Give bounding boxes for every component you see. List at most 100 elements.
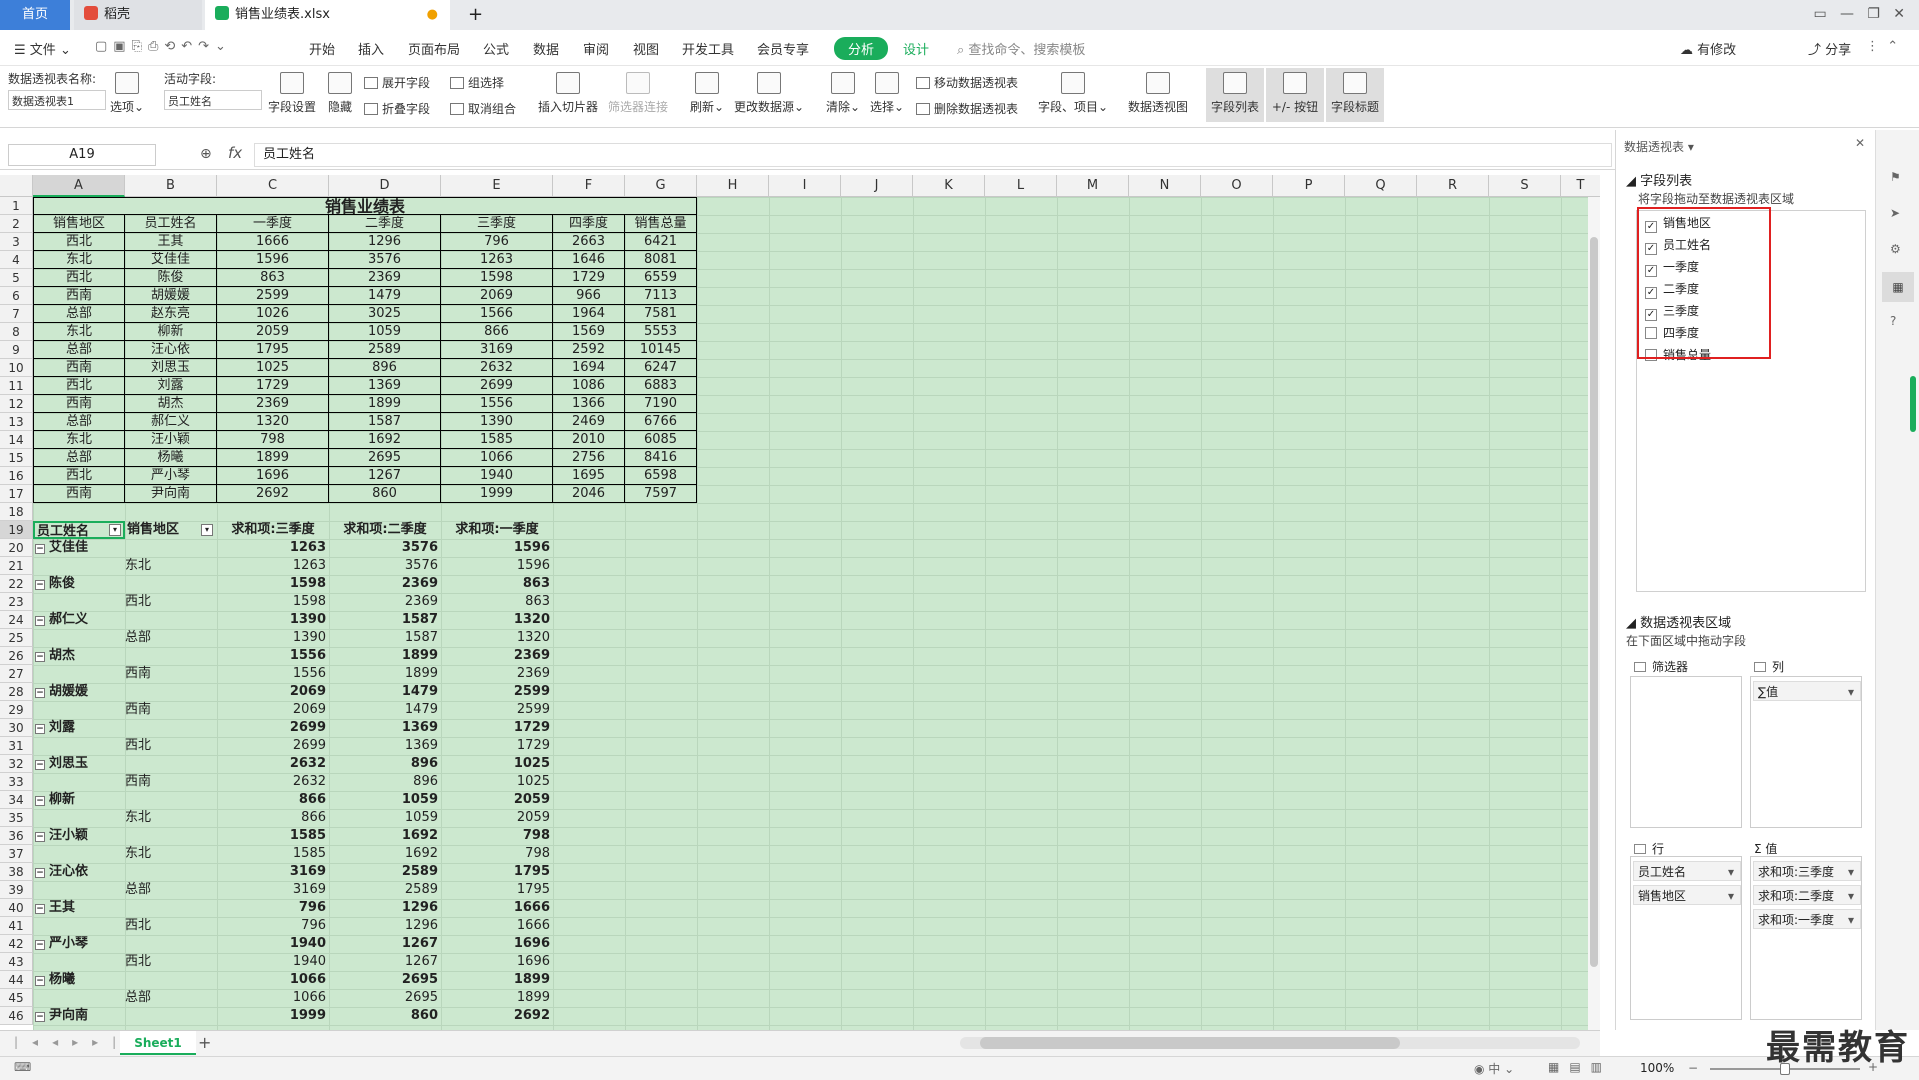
cell-area[interactable]: 销售业绩表 销售地区 员工姓名 一季度 二季度 三季度 四季度 销售总量 西北 王其 1666 129… (33, 197, 1600, 1030)
insert-slicer-button[interactable]: 插入切片器 (538, 72, 598, 115)
pivot-detail-value[interactable]: 2699 (217, 737, 329, 755)
add-tab-button[interactable]: + (458, 0, 483, 30)
menu-formula[interactable]: 公式 (483, 39, 509, 58)
pivot-group-value[interactable]: 896 (329, 755, 441, 773)
pivot-group-value[interactable]: 1296 (329, 899, 441, 917)
pivot-region[interactable]: 西南 (125, 665, 217, 683)
sidebar-style-icon[interactable]: ⚑ (1890, 170, 1901, 184)
table-cell[interactable]: 2756 (553, 449, 625, 467)
pivot-group-value[interactable]: 2632 (217, 755, 329, 773)
filter-connection-button[interactable]: 筛选器连接 (608, 72, 668, 115)
fx-icon[interactable]: fx (228, 144, 242, 162)
pivot-group-value[interactable]: 2695 (329, 971, 441, 989)
table-cell[interactable]: 总部 (33, 413, 125, 431)
row-header-34[interactable]: 34 (0, 791, 33, 809)
table-cell[interactable]: 郝仁义 (125, 413, 217, 431)
table-cell[interactable]: 1795 (217, 341, 329, 359)
collapse-icon[interactable]: − (35, 760, 45, 770)
collapse-icon[interactable]: − (35, 940, 45, 950)
pivot-group-value[interactable]: 1598 (217, 575, 329, 593)
table-cell[interactable]: 1940 (441, 467, 553, 485)
column-header-L[interactable]: L (985, 175, 1057, 197)
pivot-detail-value[interactable]: 1320 (441, 629, 553, 647)
table-cell[interactable]: 2692 (217, 485, 329, 503)
table-cell[interactable]: 2592 (553, 341, 625, 359)
menu-data[interactable]: 数据 (533, 39, 559, 58)
formula-input[interactable]: 员工姓名 (254, 143, 1612, 167)
table-cell[interactable]: 1556 (441, 395, 553, 413)
pivot-group-value[interactable]: 2589 (329, 863, 441, 881)
row-header-20[interactable]: 20 (0, 539, 33, 557)
row-header-39[interactable]: 39 (0, 881, 33, 899)
pivot-group-name[interactable]: − 汪心依 (33, 863, 125, 881)
zoom-out-button[interactable]: − (1688, 1061, 1698, 1075)
table-cell[interactable]: 1964 (553, 305, 625, 323)
pivot-group-name[interactable]: − 尹向南 (33, 1007, 125, 1025)
pivot-group-value[interactable]: 2369 (441, 647, 553, 665)
pivot-region[interactable]: 西南 (125, 701, 217, 719)
row-header-26[interactable]: 26 (0, 647, 33, 665)
table-cell[interactable]: 7581 (625, 305, 697, 323)
table-cell[interactable]: 866 (441, 323, 553, 341)
field-header-button[interactable]: 字段标题 (1326, 68, 1384, 122)
menu-start[interactable]: 开始 (309, 39, 335, 58)
macro-icon[interactable]: ⌨ (14, 1060, 31, 1074)
table-cell[interactable]: 863 (217, 269, 329, 287)
filter-zone[interactable] (1630, 676, 1742, 828)
pivot-group-value[interactable]: 3169 (217, 863, 329, 881)
row-header-42[interactable]: 42 (0, 935, 33, 953)
pivot-detail-value[interactable]: 1059 (329, 809, 441, 827)
row-header-44[interactable]: 44 (0, 971, 33, 989)
pivot-detail-value[interactable]: 2599 (441, 701, 553, 719)
menu-insert[interactable]: 插入 (358, 39, 384, 58)
table-cell[interactable]: 2069 (441, 287, 553, 305)
zone-item[interactable]: 员工姓名 (1633, 861, 1741, 882)
column-header-F[interactable]: F (553, 175, 625, 197)
menu-design[interactable]: 设计 (903, 39, 929, 58)
table-cell[interactable]: 1026 (217, 305, 329, 323)
table-cell[interactable]: 1587 (329, 413, 441, 431)
table-cell[interactable]: 1999 (441, 485, 553, 503)
pivot-detail-value[interactable]: 1556 (217, 665, 329, 683)
table-cell[interactable]: 1263 (441, 251, 553, 269)
row-header-8[interactable]: 8 (0, 323, 33, 341)
pivot-detail-value[interactable]: 1369 (329, 737, 441, 755)
table-cell[interactable]: 6421 (625, 233, 697, 251)
table-cell[interactable]: 1692 (329, 431, 441, 449)
pivot-detail-value[interactable]: 1296 (329, 917, 441, 935)
collapse-icon[interactable]: − (35, 652, 45, 662)
pivot-group-value[interactable]: 1899 (329, 647, 441, 665)
row-header-21[interactable]: 21 (0, 557, 33, 575)
table-cell[interactable]: 2059 (217, 323, 329, 341)
pivot-group-name[interactable]: − 杨曦 (33, 971, 125, 989)
table-cell[interactable]: 8081 (625, 251, 697, 269)
pivot-region[interactable]: 东北 (125, 557, 217, 575)
row-header-38[interactable]: 38 (0, 863, 33, 881)
search-box[interactable]: ⌕ 查找命令、搜索模板 (957, 39, 1085, 58)
table-cell[interactable]: 896 (329, 359, 441, 377)
table-cell[interactable]: 1666 (217, 233, 329, 251)
row-header-29[interactable]: 29 (0, 701, 33, 719)
menu-dev-tools[interactable]: 开发工具 (682, 39, 734, 58)
pivot-detail-value[interactable]: 1692 (329, 845, 441, 863)
pivot-group-value[interactable]: 866 (217, 791, 329, 809)
pivot-group-value[interactable]: 860 (329, 1007, 441, 1025)
table-cell[interactable]: 6559 (625, 269, 697, 287)
file-menu[interactable]: ☰ 文件 ⌄ (14, 39, 71, 58)
row-header-30[interactable]: 30 (0, 719, 33, 737)
delete-pt-button[interactable]: 删除数据透视表 (916, 100, 1018, 117)
pivot-detail-value[interactable]: 1696 (441, 953, 553, 971)
vertical-scroll-thumb[interactable] (1590, 237, 1598, 967)
table-cell[interactable]: 1598 (441, 269, 553, 287)
column-header-D[interactable]: D (329, 175, 441, 197)
table-cell[interactable]: 6883 (625, 377, 697, 395)
row-header-23[interactable]: 23 (0, 593, 33, 611)
pivot-detail-value[interactable]: 1899 (441, 989, 553, 1007)
eye-protect-icon[interactable]: ◉ 中 ⌄ (1474, 1060, 1514, 1077)
table-cell[interactable]: 1066 (441, 449, 553, 467)
refresh-button[interactable]: 刷新⌄ (690, 72, 724, 115)
table-cell[interactable]: 汪小颖 (125, 431, 217, 449)
table-cell[interactable]: 7597 (625, 485, 697, 503)
table-cell[interactable]: 总部 (33, 341, 125, 359)
table-cell[interactable]: 东北 (33, 251, 125, 269)
